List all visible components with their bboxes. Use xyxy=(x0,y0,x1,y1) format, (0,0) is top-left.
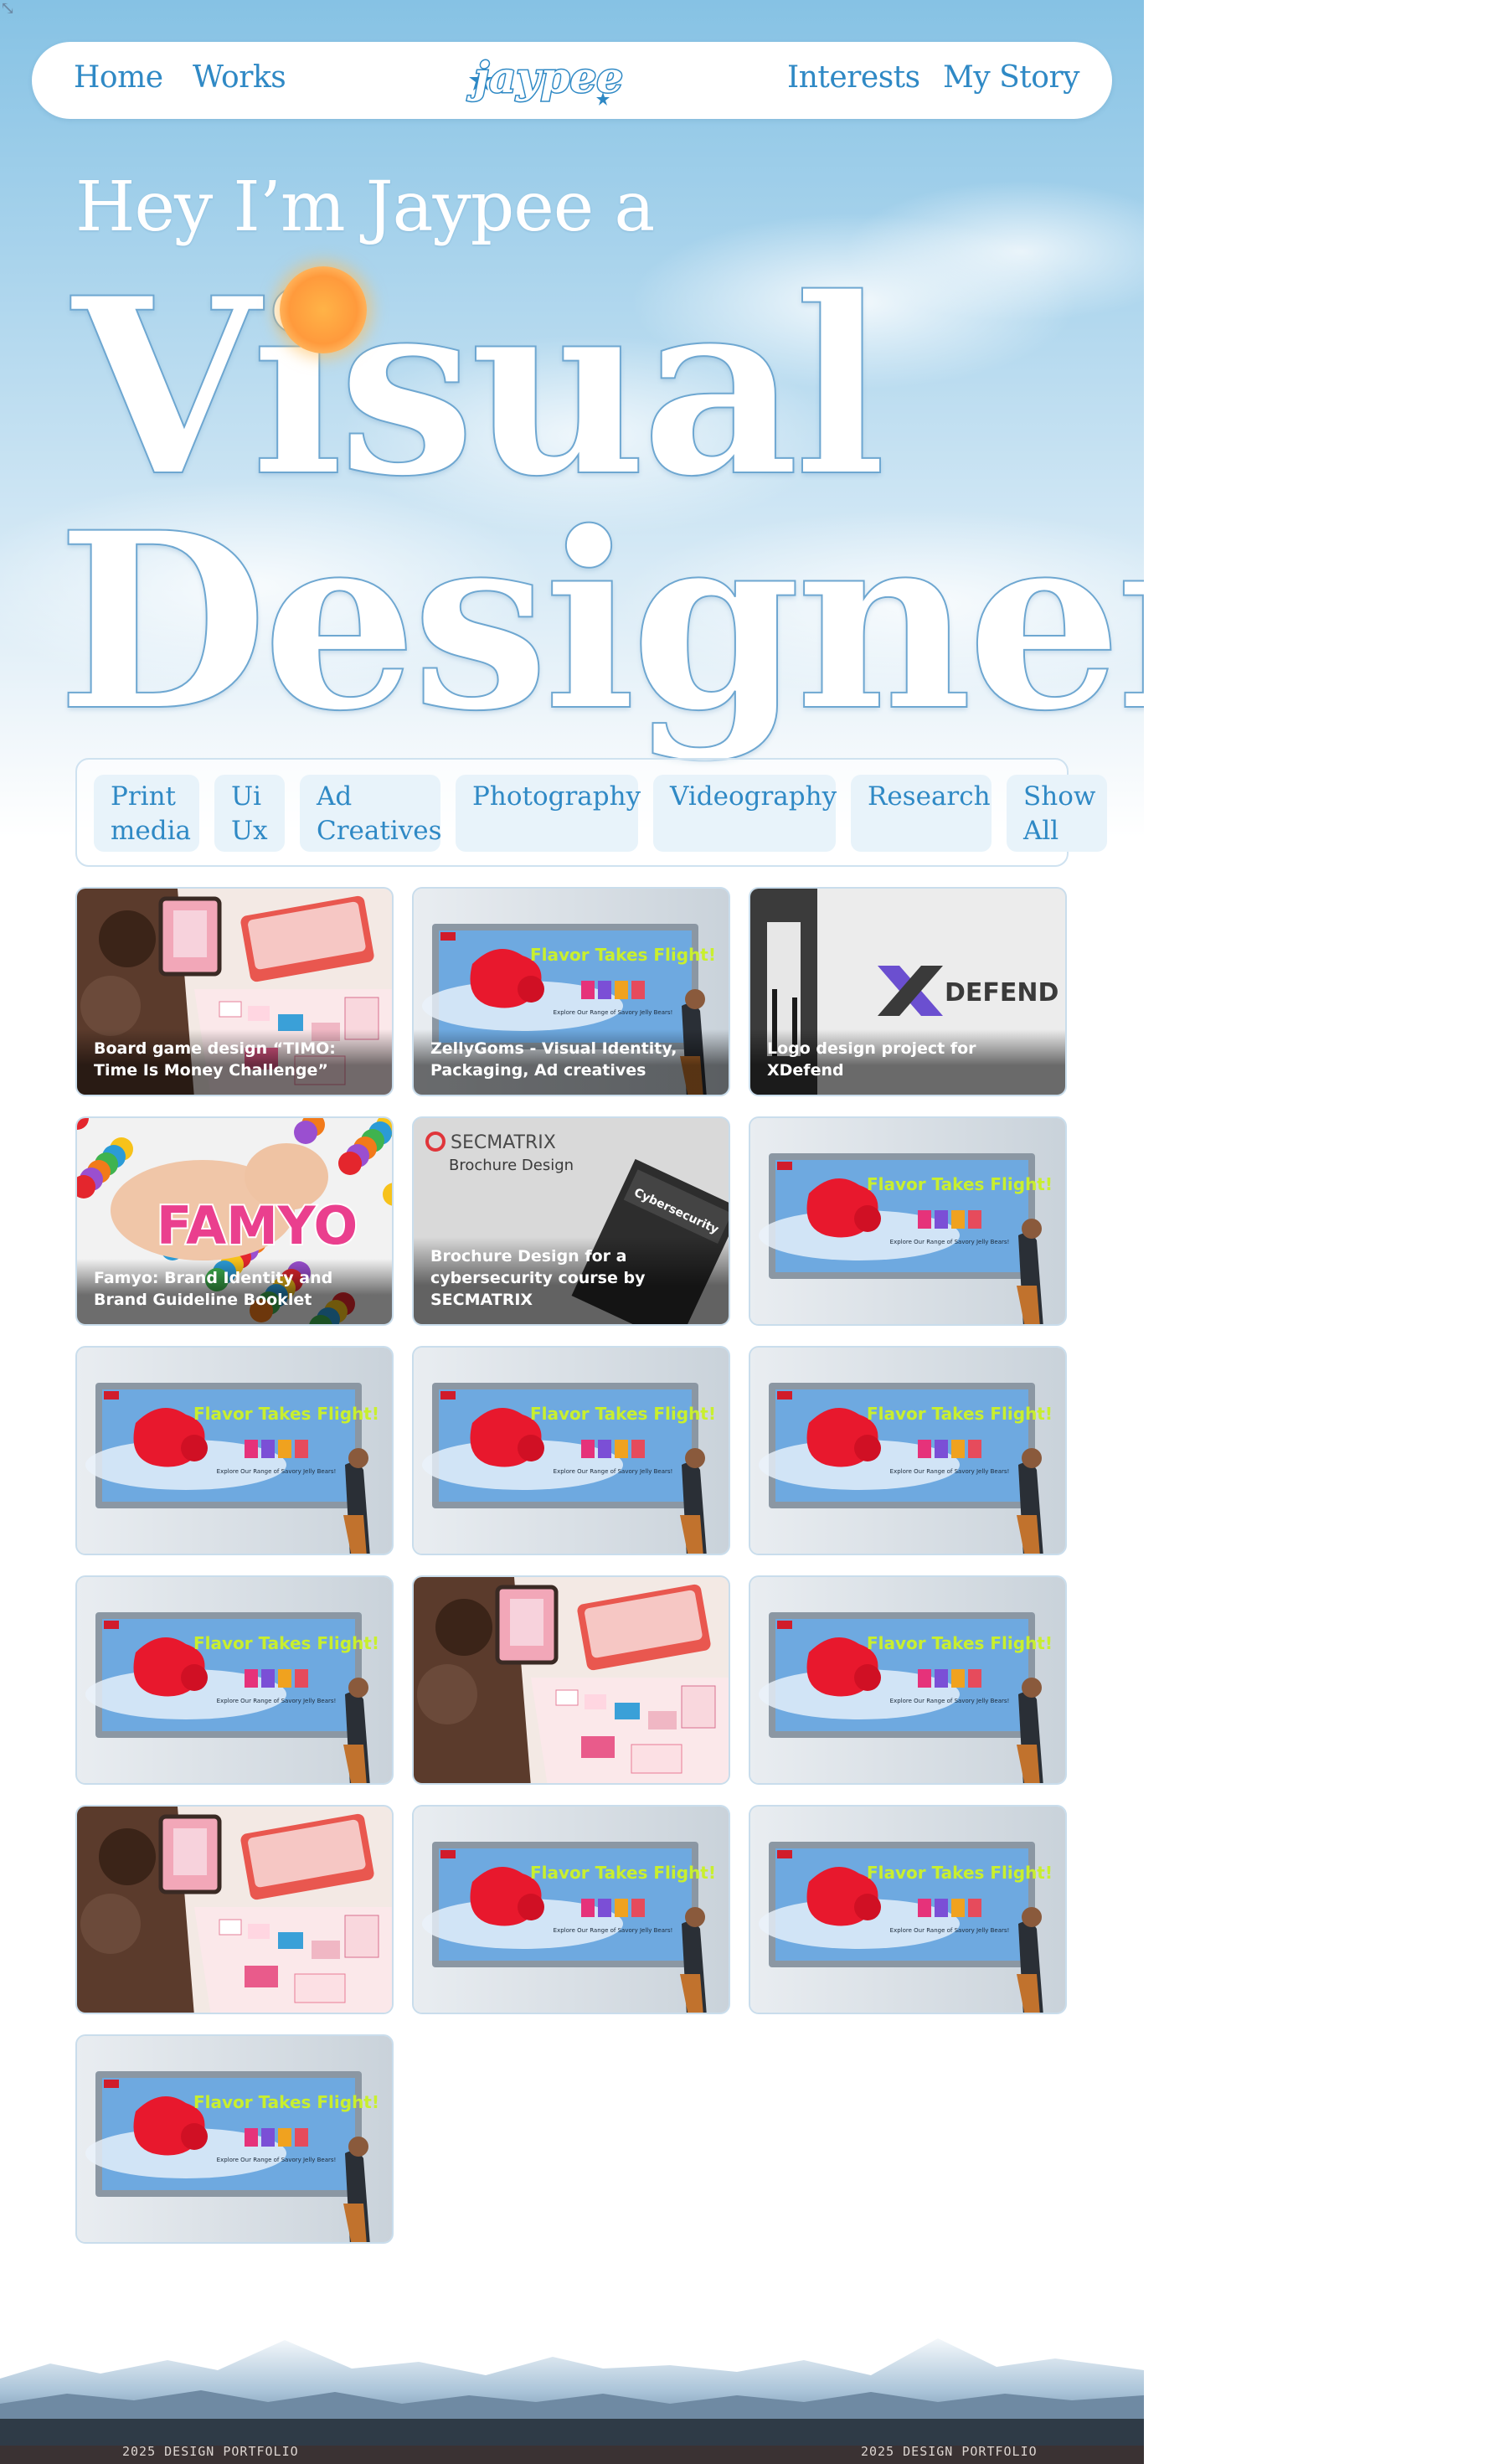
work-card[interactable]: Flavor Takes Flight! Explore Our Range o… xyxy=(75,1575,394,1785)
hero-intro: Hey I’m Jaypee a xyxy=(75,168,655,247)
work-card-caption: Brochure Design for a cybersecurity cour… xyxy=(414,1237,729,1324)
svg-text:Explore Our Range of Savory Je: Explore Our Range of Savory Jelly Bears! xyxy=(890,1927,1010,1934)
svg-text:Flavor Takes Flight!: Flavor Takes Flight! xyxy=(867,1863,1053,1883)
work-card[interactable] xyxy=(412,1575,730,1785)
billboard-mockup-image: Flavor Takes Flight! Explore Our Range o… xyxy=(750,1118,1065,1324)
hero-title-line2: Designer xyxy=(56,480,1144,765)
svg-text:Explore Our Range of Savory Je: Explore Our Range of Savory Jelly Bears! xyxy=(890,1239,1010,1245)
billboard-mockup-image: Flavor Takes Flight! Explore Our Range o… xyxy=(77,1577,392,1783)
portfolio-page: ⤡ Home Works jaypee Interests My Story H… xyxy=(0,0,1144,2464)
work-card[interactable]: Flavor Takes Flight! Explore Our Range o… xyxy=(75,1346,394,1555)
filter-photography[interactable]: Photography xyxy=(456,775,641,852)
svg-text:DEFEND: DEFEND xyxy=(945,978,1058,1008)
work-card[interactable]: Flavor Takes Flight! Explore Our Range o… xyxy=(412,1346,730,1555)
svg-text:Explore Our Range of Savory Je: Explore Our Range of Savory Jelly Bears! xyxy=(554,1009,673,1016)
board-game-photo-image xyxy=(414,1577,729,1783)
category-filter-bar: Print media Ui Ux Ad Creatives Photograp… xyxy=(75,758,1107,867)
work-card[interactable]: DEFEND Logo design project for XDefend xyxy=(749,887,1067,1096)
billboard-mockup-image: Flavor Takes Flight! Explore Our Range o… xyxy=(414,1807,729,2013)
nav-interests-link[interactable]: Interests xyxy=(787,60,920,95)
svg-text:Explore Our Range of Savory Je: Explore Our Range of Savory Jelly Bears! xyxy=(217,1468,337,1475)
footer: 2025 DESIGN PORTFOLIO 2025 DESIGN PORTFO… xyxy=(0,2320,1144,2464)
work-card[interactable]: Flavor Takes Flight! Explore Our Range o… xyxy=(749,1346,1067,1555)
work-card[interactable]: Flavor Takes Flight! Explore Our Range o… xyxy=(412,1805,730,2014)
billboard-mockup-image: Flavor Takes Flight! Explore Our Range o… xyxy=(77,1348,392,1554)
svg-text:Explore Our Range of Savory Je: Explore Our Range of Savory Jelly Bears! xyxy=(217,2157,337,2163)
svg-text:SECMATRIX: SECMATRIX xyxy=(451,1132,556,1153)
logo-wordmark: jaypee xyxy=(466,53,623,102)
filter-ad-creatives[interactable]: Ad Creatives xyxy=(300,775,442,852)
work-card-caption: ZellyGoms - Visual Identity, Packaging, … xyxy=(414,1029,729,1095)
billboard-mockup-image: Flavor Takes Flight! Explore Our Range o… xyxy=(414,1348,729,1554)
work-card-caption: Logo design project for XDefend xyxy=(750,1029,1065,1095)
svg-text:Flavor Takes Flight!: Flavor Takes Flight! xyxy=(530,1863,716,1883)
svg-text:Flavor Takes Flight!: Flavor Takes Flight! xyxy=(530,945,716,965)
filter-print-media[interactable]: Print media xyxy=(94,775,199,852)
svg-text:FAMYO: FAMYO xyxy=(157,1195,358,1256)
footer-copyright-right: 2025 DESIGN PORTFOLIO xyxy=(861,2444,1038,2459)
board-game-photo-image xyxy=(77,1807,392,2013)
nav-works-link[interactable]: Works xyxy=(193,60,286,95)
top-nav: Home Works jaypee Interests My Story xyxy=(32,42,1112,119)
hero-title-line1: Visual xyxy=(71,245,887,530)
nav-my-story-link[interactable]: My Story xyxy=(943,60,1080,95)
work-card[interactable] xyxy=(75,1805,394,2014)
svg-text:Flavor Takes Flight!: Flavor Takes Flight! xyxy=(867,1404,1053,1424)
work-card[interactable]: Board game design “TIMO: Time Is Money C… xyxy=(75,887,394,1096)
filter-research[interactable]: Research xyxy=(851,775,992,852)
svg-text:Brochure Design: Brochure Design xyxy=(449,1157,574,1174)
filter-videography[interactable]: Videography xyxy=(653,775,837,852)
filter-show-all[interactable]: Show All xyxy=(1007,775,1107,852)
work-card[interactable]: Flavor Takes Flight! Explore Our Range o… xyxy=(749,1575,1067,1785)
svg-text:Explore Our Range of Savory Je: Explore Our Range of Savory Jelly Bears! xyxy=(890,1698,1010,1704)
billboard-mockup-image: Flavor Takes Flight! Explore Our Range o… xyxy=(77,2036,392,2242)
billboard-mockup-image: Flavor Takes Flight! Explore Our Range o… xyxy=(750,1807,1065,2013)
svg-text:Explore Our Range of Savory Je: Explore Our Range of Savory Jelly Bears! xyxy=(554,1927,673,1934)
work-card[interactable]: SECMATRIX Brochure Design Cybersecurity … xyxy=(412,1116,730,1326)
billboard-mockup-image: Flavor Takes Flight! Explore Our Range o… xyxy=(750,1348,1065,1554)
work-card[interactable]: Flavor Takes Flight! Explore Our Range o… xyxy=(75,2034,394,2244)
svg-text:Flavor Takes Flight!: Flavor Takes Flight! xyxy=(193,1633,379,1653)
work-card-caption: Board game design “TIMO: Time Is Money C… xyxy=(77,1029,392,1095)
work-card-caption: Famyo: Brand Identity and Brand Guidelin… xyxy=(77,1259,392,1324)
billboard-mockup-image: Flavor Takes Flight! Explore Our Range o… xyxy=(750,1577,1065,1783)
work-card[interactable]: FAMYO Famyo: Brand Identity and Brand Gu… xyxy=(75,1116,394,1326)
filter-ui-ux[interactable]: Ui Ux xyxy=(214,775,285,852)
footer-copyright-left: 2025 DESIGN PORTFOLIO xyxy=(122,2444,299,2459)
svg-text:Explore Our Range of Savory Je: Explore Our Range of Savory Jelly Bears! xyxy=(554,1468,673,1475)
nav-home-link[interactable]: Home xyxy=(74,60,163,95)
svg-text:Flavor Takes Flight!: Flavor Takes Flight! xyxy=(193,2092,379,2112)
svg-text:Flavor Takes Flight!: Flavor Takes Flight! xyxy=(867,1633,1053,1653)
jaypee-logo[interactable]: jaypee xyxy=(461,45,636,116)
svg-text:Explore Our Range of Savory Je: Explore Our Range of Savory Jelly Bears! xyxy=(217,1698,337,1704)
mountain-range-image xyxy=(0,2320,1144,2446)
svg-text:Flavor Takes Flight!: Flavor Takes Flight! xyxy=(867,1174,1053,1194)
work-card[interactable]: Flavor Takes Flight! Explore Our Range o… xyxy=(412,887,730,1096)
cursor-icon: ⤡ xyxy=(0,0,16,19)
work-card[interactable]: Flavor Takes Flight! Explore Our Range o… xyxy=(749,1116,1067,1326)
svg-text:Explore Our Range of Savory Je: Explore Our Range of Savory Jelly Bears! xyxy=(890,1468,1010,1475)
sun-icon xyxy=(280,266,367,353)
svg-text:Flavor Takes Flight!: Flavor Takes Flight! xyxy=(530,1404,716,1424)
svg-text:Flavor Takes Flight!: Flavor Takes Flight! xyxy=(193,1404,379,1424)
work-card[interactable]: Flavor Takes Flight! Explore Our Range o… xyxy=(749,1805,1067,2014)
